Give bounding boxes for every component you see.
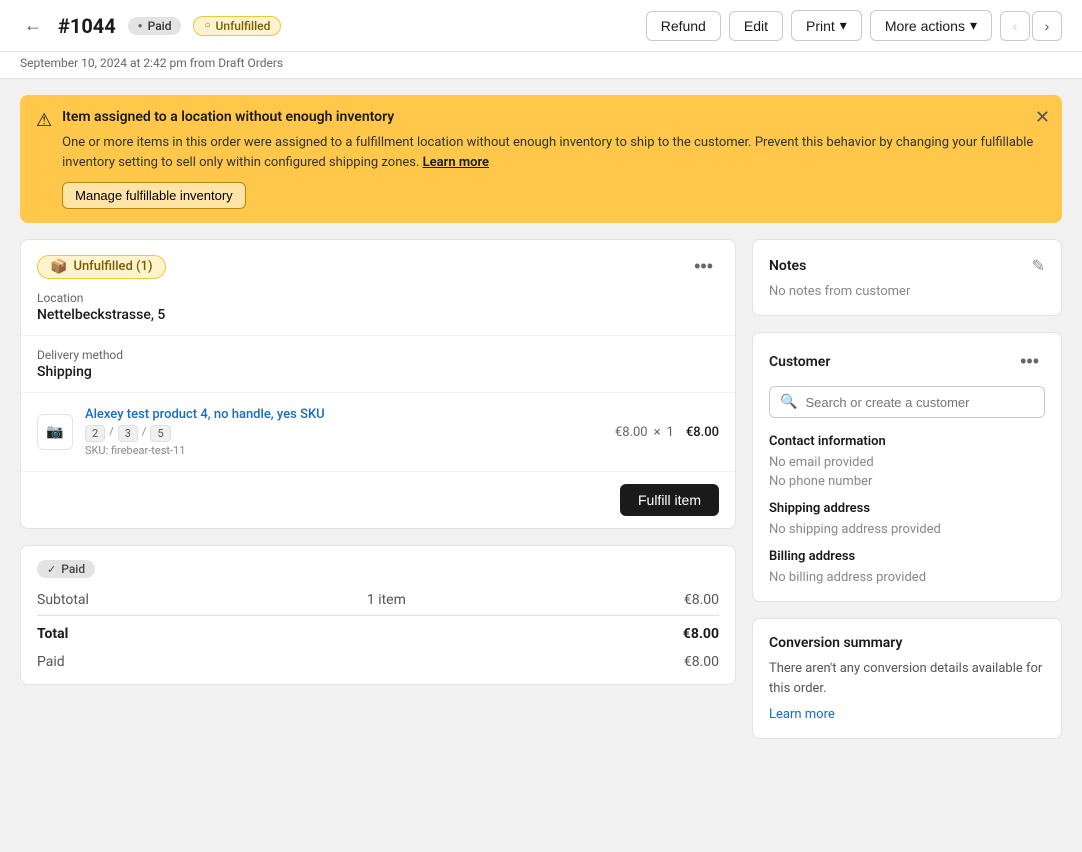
variant-tag-2: 3 xyxy=(118,425,138,442)
contact-section: Contact information No email provided No… xyxy=(769,434,1045,489)
paid-value: €8.00 xyxy=(684,654,719,670)
more-actions-button[interactable]: More actions ▾ xyxy=(870,10,992,41)
customer-card: Customer ••• 🔍 Contact information No em… xyxy=(752,332,1062,602)
customer-header: Customer ••• xyxy=(769,349,1045,374)
conversion-body: There aren't any conversion details avai… xyxy=(769,659,1045,698)
notes-card: Notes ✎ No notes from customer xyxy=(752,239,1062,316)
nav-arrows: ‹ › xyxy=(1000,11,1062,41)
product-variants: 2 / 3 / 5 xyxy=(85,425,171,442)
fulfillment-more-button[interactable]: ••• xyxy=(688,254,719,279)
header-actions: Refund Edit Print ▾ More actions ▾ ‹ › xyxy=(646,10,1062,41)
product-total: €8.00 xyxy=(686,425,719,440)
billing-address-title: Billing address xyxy=(769,549,1045,564)
payment-card: ✓ Paid Subtotal 1 item €8.00 Total €8.00 xyxy=(20,545,736,685)
delivery-value: Shipping xyxy=(37,364,719,380)
billing-address-value: No billing address provided xyxy=(769,570,1045,585)
customer-more-button[interactable]: ••• xyxy=(1014,349,1045,374)
product-icon: 📷 xyxy=(37,414,73,450)
header: ← #1044 Paid Unfulfilled Refund Edit Pri… xyxy=(0,0,1082,52)
customer-title: Customer xyxy=(769,354,830,370)
nav-next-button[interactable]: › xyxy=(1032,11,1062,41)
product-price: €8.00 × 1 xyxy=(615,425,674,440)
notes-header: Notes ✎ xyxy=(769,256,1045,276)
delivery-label: Delivery method xyxy=(37,348,719,362)
fulfill-item-button[interactable]: Fulfill item xyxy=(620,484,719,516)
subtotal-row: Subtotal 1 item €8.00 xyxy=(37,586,719,615)
location-value: Nettelbeckstrasse, 5 xyxy=(37,307,719,323)
shipping-address-section: Shipping address No shipping address pro… xyxy=(769,501,1045,537)
main-left: 📦 Unfulfilled (1) ••• Location Nettelbec… xyxy=(20,239,736,739)
conversion-learn-more-link[interactable]: Learn more xyxy=(769,707,835,722)
location-label: Location xyxy=(37,291,719,305)
checkmark-icon: ✓ xyxy=(47,563,56,576)
alert-learn-more-link[interactable]: Learn more xyxy=(423,155,489,170)
variant-tag-3: 5 xyxy=(150,425,170,442)
order-subtitle: September 10, 2024 at 2:42 pm from Draft… xyxy=(0,52,1082,79)
badge-paid: Paid xyxy=(128,17,182,35)
fulfillment-card-header: 📦 Unfulfilled (1) ••• xyxy=(21,240,735,279)
search-icon: 🔍 xyxy=(780,394,797,410)
paid-badge: ✓ Paid xyxy=(37,560,95,578)
alert-warning-icon: ⚠ xyxy=(36,110,52,131)
product-name[interactable]: Alexey test product 4, no handle, yes SK… xyxy=(85,407,603,422)
subtotal-label: Subtotal xyxy=(37,592,89,608)
badge-unfulfilled: Unfulfilled xyxy=(193,16,281,36)
shipping-address-title: Shipping address xyxy=(769,501,1045,516)
order-title: #1044 xyxy=(58,14,116,38)
back-button[interactable]: ← xyxy=(20,11,46,40)
customer-search-input[interactable] xyxy=(805,395,1034,410)
refund-button[interactable]: Refund xyxy=(646,11,721,41)
paid-row: Paid €8.00 xyxy=(37,648,719,676)
more-actions-arrow-icon: ▾ xyxy=(970,17,977,34)
location-section: Location Nettelbeckstrasse, 5 xyxy=(21,279,735,336)
page: ← #1044 Paid Unfulfilled Refund Edit Pri… xyxy=(0,0,1082,852)
paid-label: Paid xyxy=(37,654,65,670)
notes-body: No notes from customer xyxy=(769,284,1045,299)
delivery-section: Delivery method Shipping xyxy=(21,336,735,393)
email-value: No email provided xyxy=(769,455,1045,470)
nav-prev-button[interactable]: ‹ xyxy=(1000,11,1030,41)
box-icon: 📷 xyxy=(46,424,63,440)
contact-info-title: Contact information xyxy=(769,434,1045,449)
edit-notes-button[interactable]: ✎ xyxy=(1032,256,1045,276)
totals-section: Subtotal 1 item €8.00 Total €8.00 Paid €… xyxy=(21,578,735,684)
total-value: €8.00 xyxy=(683,626,719,642)
total-label: Total xyxy=(37,626,68,642)
print-arrow-icon: ▾ xyxy=(840,17,847,34)
subtotal-items: 1 item xyxy=(367,592,406,608)
print-button[interactable]: Print ▾ xyxy=(791,10,862,41)
product-row: 📷 Alexey test product 4, no handle, yes … xyxy=(21,393,735,471)
main-right: Notes ✎ No notes from customer Customer … xyxy=(752,239,1062,739)
edit-button[interactable]: Edit xyxy=(729,11,783,41)
conversion-card: Conversion summary There aren't any conv… xyxy=(752,618,1062,739)
total-row: Total €8.00 xyxy=(37,615,719,648)
fulfillment-card: 📦 Unfulfilled (1) ••• Location Nettelbec… xyxy=(20,239,736,529)
alert-close-button[interactable]: ✕ xyxy=(1035,107,1050,128)
alert-banner: ⚠ Item assigned to a location without en… xyxy=(20,95,1062,223)
manage-inventory-button[interactable]: Manage fulfillable inventory xyxy=(62,182,246,209)
billing-address-section: Billing address No billing address provi… xyxy=(769,549,1045,585)
notes-title: Notes xyxy=(769,258,806,274)
alert-content: Item assigned to a location without enou… xyxy=(62,109,1046,209)
fulfill-row: Fulfill item xyxy=(21,471,735,528)
shipping-address-value: No shipping address provided xyxy=(769,522,1045,537)
alert-title: Item assigned to a location without enou… xyxy=(62,109,1046,125)
variant-tag-1: 2 xyxy=(85,425,105,442)
customer-search-box[interactable]: 🔍 xyxy=(769,386,1045,418)
product-sku: SKU: firebear-test-11 xyxy=(85,444,603,457)
subtotal-value: €8.00 xyxy=(684,592,719,608)
conversion-title: Conversion summary xyxy=(769,635,1045,651)
phone-value: No phone number xyxy=(769,474,1045,489)
main-layout: 📦 Unfulfilled (1) ••• Location Nettelbec… xyxy=(0,239,1082,759)
product-info: Alexey test product 4, no handle, yes SK… xyxy=(85,407,603,457)
package-icon: 📦 xyxy=(50,259,67,275)
alert-body: One or more items in this order were ass… xyxy=(62,133,1046,172)
unfulfilled-badge: 📦 Unfulfilled (1) xyxy=(37,255,166,279)
paid-header: ✓ Paid xyxy=(21,546,735,578)
